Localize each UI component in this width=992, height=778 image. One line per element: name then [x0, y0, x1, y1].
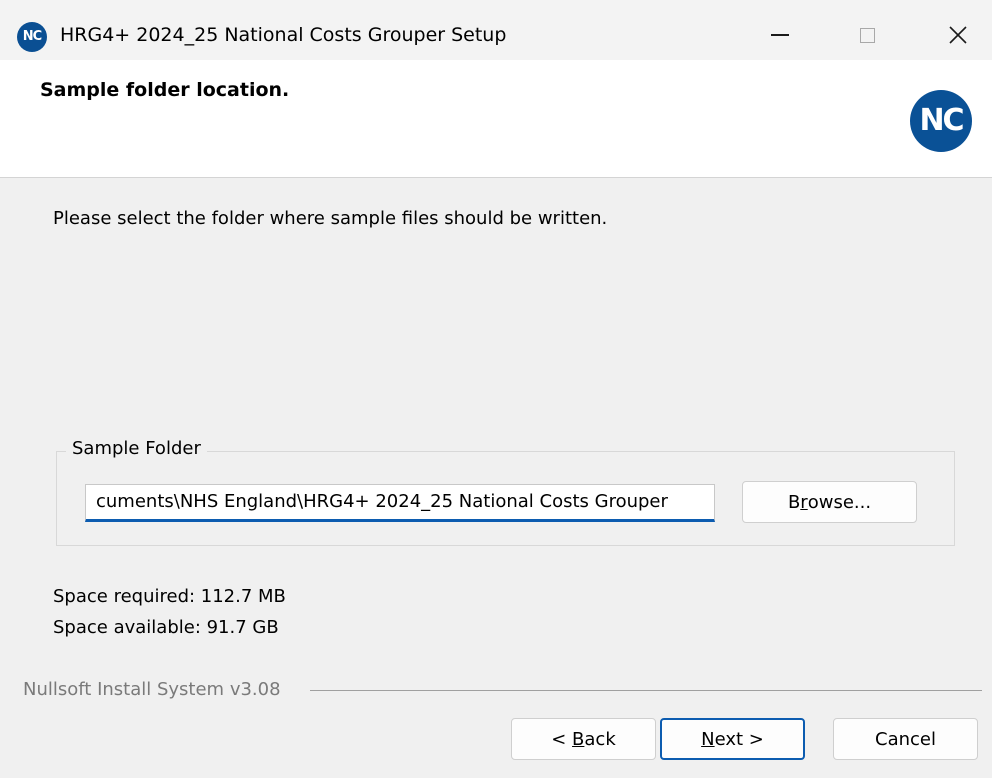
sample-folder-input[interactable]: cuments\NHS England\HRG4+ 2024_25 Nation… — [85, 484, 715, 522]
title-bar[interactable]: NC HRG4+ 2024_25 National Costs Grouper … — [0, 0, 992, 60]
minimize-icon — [771, 34, 789, 36]
page-header: Sample folder location. NC — [0, 60, 992, 178]
close-button[interactable] — [928, 10, 988, 60]
nc-logo: NC — [910, 90, 972, 152]
space-available-text: Space available: 91.7 GB — [53, 617, 279, 638]
back-button[interactable]: < Back — [511, 718, 656, 760]
cancel-button[interactable]: Cancel — [833, 718, 978, 760]
footer-divider — [310, 690, 982, 691]
sample-folder-label: Sample Folder — [66, 438, 207, 459]
window-title: HRG4+ 2024_25 National Costs Grouper Set… — [60, 24, 507, 46]
browse-button[interactable]: Br owse... — [742, 481, 917, 523]
maximize-button — [837, 10, 897, 60]
folder-path-text: cuments\NHS England\HRG4+ 2024_25 Nation… — [96, 491, 668, 512]
space-required-text: Space required: 112.7 MB — [53, 586, 286, 607]
nc-app-icon: NC — [17, 22, 47, 52]
page-title: Sample folder location. — [40, 79, 290, 101]
instruction-text: Please select the folder where sample fi… — [53, 208, 608, 229]
nsis-brand-label: Nullsoft Install System v3.08 — [23, 679, 281, 700]
minimize-button[interactable] — [750, 10, 810, 60]
setup-window: NC HRG4+ 2024_25 National Costs Grouper … — [0, 0, 992, 778]
close-icon — [949, 26, 967, 44]
maximize-icon — [859, 27, 875, 43]
next-button[interactable]: Next > — [660, 718, 805, 760]
